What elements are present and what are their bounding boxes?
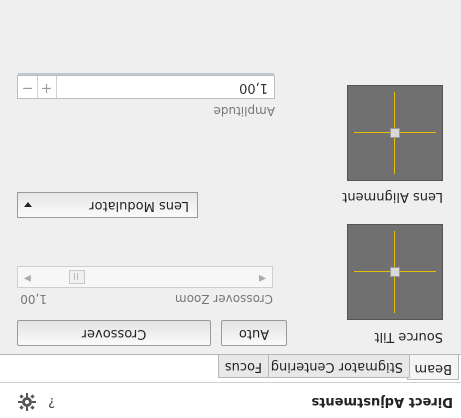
tab-bar: Beam Stigmator Centering Focus [0, 353, 461, 382]
help-icon[interactable]: ? [48, 394, 55, 409]
lens-alignment-handle[interactable] [390, 128, 400, 138]
amplitude-decrement-button[interactable]: − [18, 76, 38, 98]
crossover-zoom-slider-thumb[interactable] [69, 270, 86, 284]
crossover-button[interactable]: Crossover [17, 320, 211, 346]
direct-adjustments-window: Direct Adjustments ? Beam Stigmator Cent… [0, 0, 461, 418]
title-bar: Direct Adjustments ? [0, 382, 461, 418]
tab-focus[interactable]: Focus [217, 354, 269, 378]
amplitude-value: 1,00 [239, 80, 268, 95]
beam-panel: Source Tilt Auto Crossover Crossover Zoo… [0, 0, 461, 355]
arrow-left-icon[interactable]: ◀ [259, 273, 266, 283]
chevron-down-icon [24, 202, 32, 207]
lens-modulator-selected: Lens Modulator [89, 198, 189, 213]
amplitude-accent-bar [18, 73, 274, 75]
amplitude-label: Amplitude [213, 104, 276, 118]
tab-stigmator-centering[interactable]: Stigmator Centering [263, 354, 410, 378]
crossover-zoom-label: Crossover Zoom [174, 292, 273, 306]
crossover-zoom-slider[interactable]: ◀ ▶ [17, 266, 273, 288]
source-tilt-pad[interactable] [347, 224, 443, 320]
gear-icon[interactable] [17, 392, 37, 412]
lens-modulator-dropdown[interactable]: Lens Modulator [17, 192, 198, 218]
source-tilt-label: Source Tilt [374, 329, 443, 344]
auto-button[interactable]: Auto [221, 320, 287, 346]
lens-alignment-label: Lens Alignment [342, 189, 443, 204]
window-title: Direct Adjustments [311, 394, 453, 409]
source-tilt-handle[interactable] [390, 267, 400, 277]
crossover-zoom-value: 1,00 [20, 292, 47, 306]
tab-beam[interactable]: Beam [407, 353, 459, 380]
arrow-right-icon[interactable]: ▶ [24, 273, 31, 283]
lens-alignment-pad[interactable] [347, 85, 443, 181]
amplitude-spinbox[interactable]: 1,00 + − [17, 73, 275, 99]
amplitude-increment-button[interactable]: + [37, 76, 57, 98]
